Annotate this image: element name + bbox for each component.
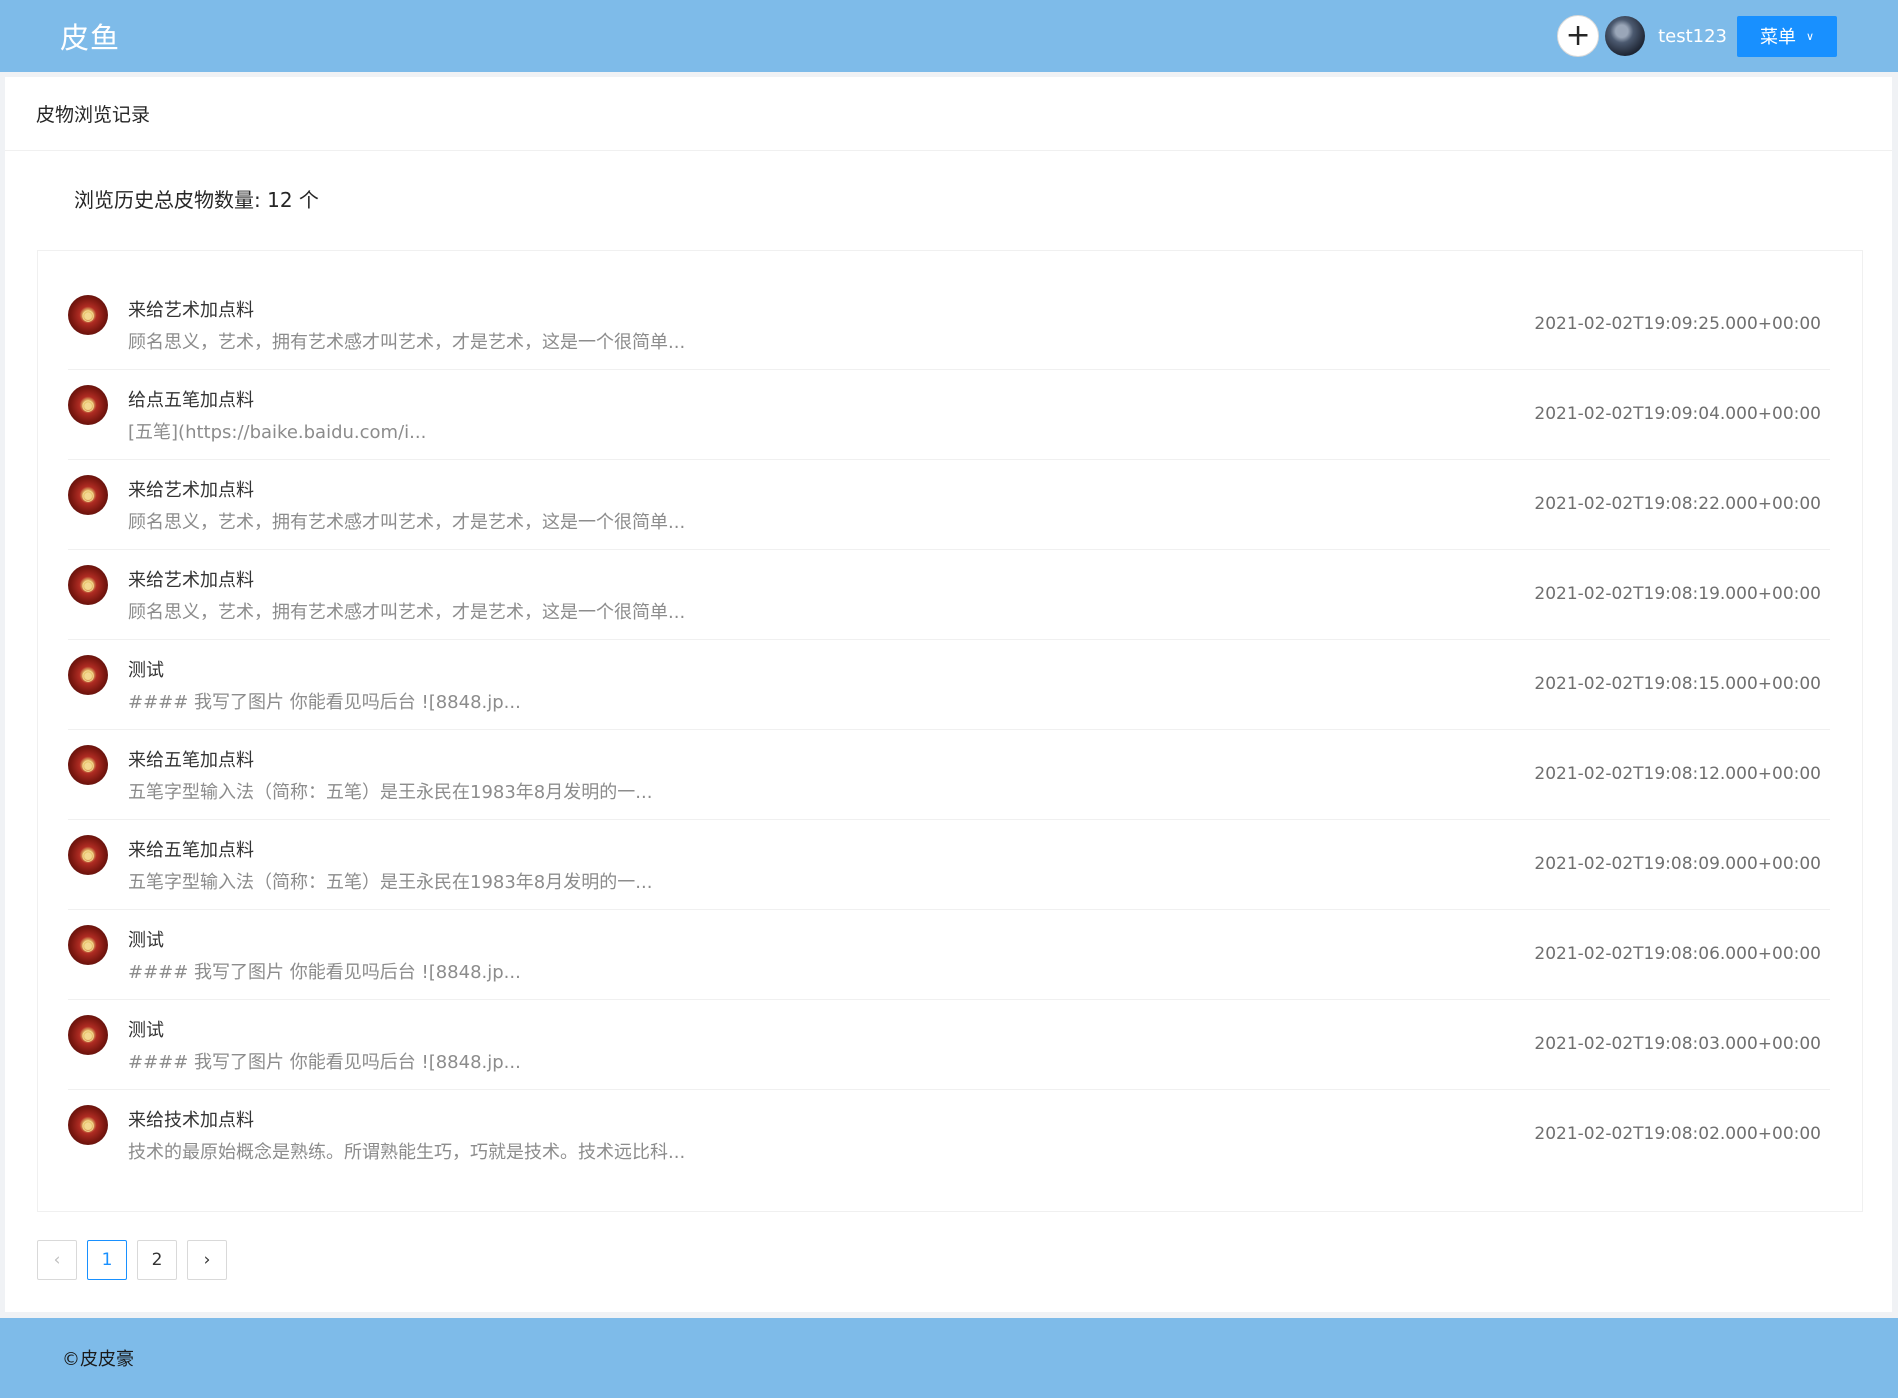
item-description: [五笔](https://baike.baidu.com/i...	[128, 422, 427, 443]
mask-icon: ◉	[81, 846, 95, 864]
history-card: 皮物浏览记录 浏览历史总皮物数量: 12 个 ◉ 来给艺术加点料 顾名思义，艺术…	[5, 77, 1892, 1312]
list-item[interactable]: ◉ 来给艺术加点料 顾名思义，艺术，拥有艺术感才叫艺术，才是艺术，这是一个很简单…	[68, 550, 1830, 640]
item-title[interactable]: 来给艺术加点料	[128, 476, 254, 502]
item-timestamp: 2021-02-02T19:08:06.000+00:00	[1534, 944, 1821, 964]
header-actions: + test123 菜单 ∨	[1557, 15, 1838, 57]
add-button[interactable]: +	[1557, 15, 1600, 57]
mask-icon: ◉	[81, 756, 95, 774]
item-avatar: ◉	[68, 835, 108, 875]
item-avatar: ◉	[68, 1015, 108, 1055]
item-description: 顾名思义，艺术，拥有艺术感才叫艺术，才是艺术，这是一个很简单...	[128, 512, 686, 533]
item-avatar: ◉	[68, 475, 108, 515]
list-item[interactable]: ◉ 测试 #### 我写了图片 你能看见吗后台 ![8848.jp... 202…	[68, 640, 1830, 730]
item-title[interactable]: 给点五笔加点料	[128, 386, 254, 412]
item-avatar: ◉	[68, 565, 108, 605]
item-timestamp: 2021-02-02T19:09:25.000+00:00	[1534, 314, 1821, 334]
item-timestamp: 2021-02-02T19:08:02.000+00:00	[1534, 1124, 1821, 1144]
mask-icon: ◉	[81, 486, 95, 504]
plus-icon: +	[1565, 18, 1591, 53]
item-description: 五笔字型输入法（简称：五笔）是王永民在1983年8月发明的一...	[128, 782, 653, 803]
item-title[interactable]: 测试	[128, 926, 164, 952]
list-item[interactable]: ◉ 测试 #### 我写了图片 你能看见吗后台 ![8848.jp... 202…	[68, 910, 1830, 1000]
list-item[interactable]: ◉ 来给艺术加点料 顾名思义，艺术，拥有艺术感才叫艺术，才是艺术，这是一个很简单…	[68, 280, 1830, 370]
site-logo[interactable]: 皮鱼	[60, 15, 120, 57]
item-avatar: ◉	[68, 745, 108, 785]
item-description: 顾名思义，艺术，拥有艺术感才叫艺术，才是艺术，这是一个很简单...	[128, 332, 686, 353]
item-description: #### 我写了图片 你能看见吗后台 ![8848.jp...	[128, 692, 521, 713]
item-description: 顾名思义，艺术，拥有艺术感才叫艺术，才是艺术，这是一个很简单...	[128, 602, 686, 623]
list-item[interactable]: ◉ 来给五笔加点料 五笔字型输入法（简称：五笔）是王永民在1983年8月发明的一…	[68, 730, 1830, 820]
item-avatar: ◉	[68, 385, 108, 425]
copyright-text: ©皮皮豪	[62, 1349, 134, 1370]
mask-icon: ◉	[81, 1026, 95, 1044]
item-timestamp: 2021-02-02T19:08:09.000+00:00	[1534, 854, 1821, 874]
menu-dropdown-button[interactable]: 菜单 ∨	[1737, 15, 1837, 57]
mask-icon: ◉	[81, 666, 95, 684]
item-title[interactable]: 测试	[128, 1016, 164, 1042]
page-1-button[interactable]: 1	[87, 1240, 127, 1280]
mask-icon: ◉	[81, 576, 95, 594]
chevron-right-icon: ›	[203, 1250, 211, 1270]
item-title[interactable]: 来给艺术加点料	[128, 566, 254, 592]
item-description: 五笔字型输入法（简称：五笔）是王永民在1983年8月发明的一...	[128, 872, 653, 893]
menu-label: 菜单	[1759, 27, 1796, 48]
item-description: #### 我写了图片 你能看见吗后台 ![8848.jp...	[128, 962, 521, 983]
history-total-count: 浏览历史总皮物数量: 12 个	[74, 188, 319, 212]
item-timestamp: 2021-02-02T19:08:22.000+00:00	[1534, 494, 1821, 514]
list-item[interactable]: ◉ 来给技术加点料 技术的最原始概念是熟练。所谓熟能生巧，巧就是技术。技术远比科…	[68, 1090, 1830, 1180]
item-title[interactable]: 测试	[128, 656, 164, 682]
list-item[interactable]: ◉ 测试 #### 我写了图片 你能看见吗后台 ![8848.jp... 202…	[68, 1000, 1830, 1090]
item-timestamp: 2021-02-02T19:08:03.000+00:00	[1534, 1034, 1821, 1054]
item-timestamp: 2021-02-02T19:08:12.000+00:00	[1534, 764, 1821, 784]
mask-icon: ◉	[81, 936, 95, 954]
top-navbar: 皮鱼 + test123 菜单 ∨	[0, 0, 1898, 72]
list-item[interactable]: ◉ 来给艺术加点料 顾名思义，艺术，拥有艺术感才叫艺术，才是艺术，这是一个很简单…	[68, 460, 1830, 550]
history-list: ◉ 来给艺术加点料 顾名思义，艺术，拥有艺术感才叫艺术，才是艺术，这是一个很简单…	[37, 250, 1863, 1212]
user-avatar[interactable]	[1605, 16, 1646, 56]
page-title: 皮物浏览记录	[5, 77, 1892, 151]
item-timestamp: 2021-02-02T19:08:19.000+00:00	[1534, 584, 1821, 604]
item-title[interactable]: 来给五笔加点料	[128, 746, 254, 772]
item-avatar: ◉	[68, 1105, 108, 1145]
chevron-down-icon: ∨	[1805, 29, 1815, 43]
item-title[interactable]: 来给艺术加点料	[128, 296, 254, 322]
item-timestamp: 2021-02-02T19:08:15.000+00:00	[1534, 674, 1821, 694]
chevron-left-icon: ‹	[53, 1250, 61, 1270]
mask-icon: ◉	[81, 306, 95, 324]
username[interactable]: test123	[1658, 26, 1727, 47]
item-timestamp: 2021-02-02T19:09:04.000+00:00	[1534, 404, 1821, 424]
prev-page-button[interactable]: ‹	[37, 1240, 77, 1280]
item-avatar: ◉	[68, 925, 108, 965]
mask-icon: ◉	[81, 1116, 95, 1134]
next-page-button[interactable]: ›	[187, 1240, 227, 1280]
item-title[interactable]: 来给技术加点料	[128, 1106, 254, 1132]
list-item[interactable]: ◉ 来给五笔加点料 五笔字型输入法（简称：五笔）是王永民在1983年8月发明的一…	[68, 820, 1830, 910]
pagination: ‹ 1 2 ›	[37, 1240, 237, 1280]
item-description: 技术的最原始概念是熟练。所谓熟能生巧，巧就是技术。技术远比科...	[128, 1142, 686, 1163]
item-description: #### 我写了图片 你能看见吗后台 ![8848.jp...	[128, 1052, 521, 1073]
page-2-button[interactable]: 2	[137, 1240, 177, 1280]
list-item[interactable]: ◉ 给点五笔加点料 [五笔](https://baike.baidu.com/i…	[68, 370, 1830, 460]
item-avatar: ◉	[68, 655, 108, 695]
item-title[interactable]: 来给五笔加点料	[128, 836, 254, 862]
footer: ©皮皮豪	[0, 1318, 1898, 1398]
item-avatar: ◉	[68, 295, 108, 335]
mask-icon: ◉	[81, 396, 95, 414]
